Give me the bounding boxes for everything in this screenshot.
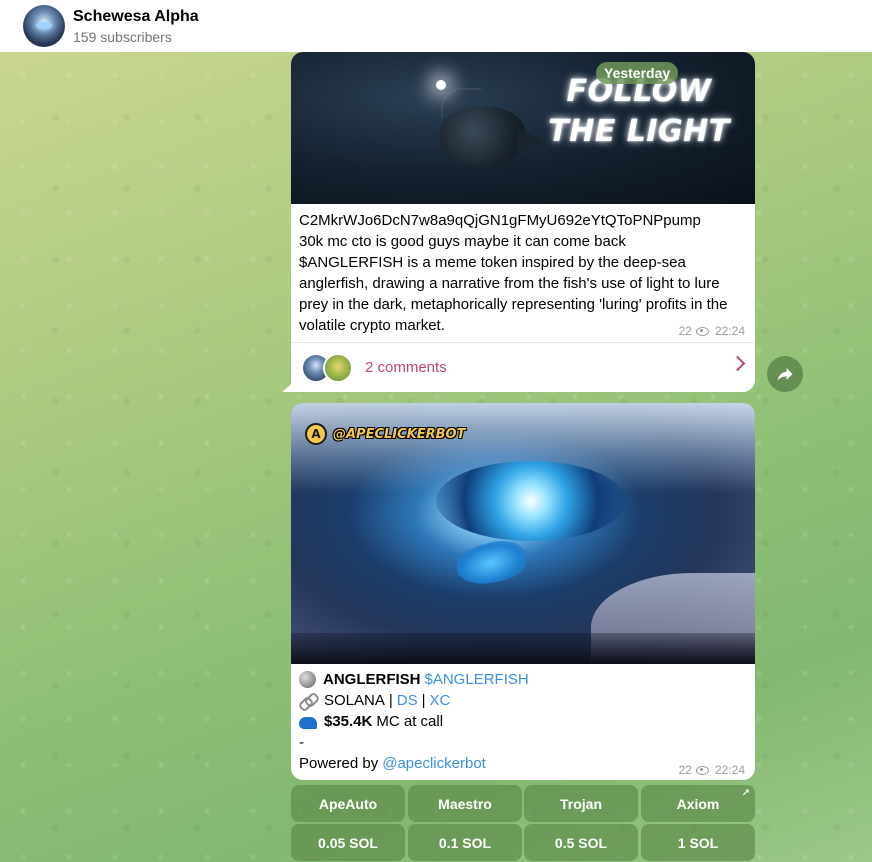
- message-meta: 22 22:24: [679, 763, 745, 777]
- message-image[interactable]: A @APECLICKERBOT: [291, 403, 755, 664]
- xc-link[interactable]: XC: [430, 690, 451, 711]
- date-pill: Yesterday: [596, 62, 679, 84]
- channel-title[interactable]: Schewesa Alpha: [73, 7, 199, 27]
- buy-1-sol-button[interactable]: 1 SOL: [641, 824, 755, 861]
- axiom-button[interactable]: Axiom ↗: [641, 785, 755, 822]
- moon-emoji: [299, 671, 316, 688]
- button-label: Trojan: [559, 795, 602, 812]
- separator: |: [388, 692, 393, 709]
- comments-button[interactable]: 2 comments: [291, 342, 755, 392]
- message-text: C2MkrWJo6DcN7w8a9qQjGN1gFMyU692eYtQToPNP…: [299, 210, 749, 336]
- powered-text: Powered by: [299, 755, 379, 772]
- link-emoji: [299, 693, 317, 708]
- chevron-right-icon: [729, 355, 746, 372]
- share-button[interactable]: [767, 356, 803, 392]
- ds-link[interactable]: DS: [397, 690, 418, 711]
- channel-avatar[interactable]: [23, 5, 65, 47]
- token-info: ANGLERFISH $ANGLERFISH SOLANA | DS | XC …: [299, 669, 749, 774]
- commenter-avatar: [323, 352, 353, 383]
- mc-text: MC at call: [376, 713, 444, 730]
- badge-text: @APECLICKERBOT: [333, 426, 466, 442]
- message-line: 30k mc cto is good guys maybe it can com…: [299, 233, 626, 250]
- comments-label: 2 comments: [365, 359, 447, 376]
- token-ticker-link[interactable]: $ANGLERFISH: [425, 669, 529, 690]
- image-badge: A @APECLICKERBOT: [305, 423, 465, 445]
- button-label: 1 SOL: [677, 834, 719, 851]
- chain-name: SOLANA: [324, 692, 385, 709]
- message-time: 22:24: [714, 324, 745, 338]
- external-link-icon: ↗: [741, 788, 750, 799]
- message-time: 22:24: [714, 763, 745, 777]
- channel-info: Schewesa Alpha 159 subscribers: [73, 7, 199, 46]
- token-name: ANGLERFISH: [323, 671, 421, 688]
- image-caption: FOLLOW THE LIGHT: [548, 74, 730, 149]
- buy-0.05-sol-button[interactable]: 0.05 SOL: [291, 824, 405, 861]
- butterfly-image: [452, 534, 530, 592]
- button-label: ApeAuto: [318, 795, 378, 812]
- message-bubble: A @APECLICKERBOT ANGLERFISH $ANGLERFISH …: [291, 403, 755, 780]
- button-label: 0.5 SOL: [554, 834, 608, 851]
- ape-icon: A: [305, 423, 327, 445]
- image-shadow: [291, 633, 755, 664]
- maestro-button[interactable]: Maestro: [408, 785, 522, 822]
- chat-area[interactable]: FOLLOW THE LIGHT C2MkrWJo6DcN7w8a9qQjGN1…: [0, 52, 872, 862]
- button-label: 0.05 SOL: [318, 834, 378, 851]
- separator: |: [421, 692, 426, 709]
- view-count: 22: [678, 763, 692, 777]
- mc-value: $35.4K: [324, 713, 373, 730]
- subscriber-count: 159 subscribers: [73, 28, 172, 45]
- message-image[interactable]: FOLLOW THE LIGHT: [291, 52, 755, 204]
- message-bubble: FOLLOW THE LIGHT C2MkrWJo6DcN7w8a9qQjGN1…: [291, 52, 755, 392]
- contract-address: C2MkrWJo6DcN7w8a9qQjGN1gFMyU692eYtQToPNP…: [299, 212, 701, 229]
- button-label: 0.1 SOL: [438, 834, 492, 851]
- buy-0.1-sol-button[interactable]: 0.1 SOL: [408, 824, 522, 861]
- trojan-button[interactable]: Trojan: [524, 785, 638, 822]
- eye-icon: [695, 326, 709, 336]
- message-meta: 22 22:24: [679, 324, 745, 338]
- mc-line: $35.4K MC at call: [299, 711, 749, 732]
- button-label: Axiom: [676, 795, 720, 812]
- token-name-line: ANGLERFISH $ANGLERFISH: [299, 669, 749, 690]
- bot-link[interactable]: @apeclickerbot: [382, 753, 486, 774]
- button-label: Maestro: [438, 795, 492, 812]
- eye-icon: [695, 765, 709, 775]
- lure-light: [436, 80, 446, 90]
- anglerfish-image: [439, 107, 543, 167]
- cap-emoji: [299, 717, 317, 729]
- buy-0.5-sol-button[interactable]: 0.5 SOL: [524, 824, 638, 861]
- channel-header: Schewesa Alpha 159 subscribers: [0, 0, 872, 52]
- image-eye: [436, 461, 626, 541]
- share-icon: [777, 368, 793, 381]
- dash-line: -: [299, 734, 304, 751]
- chain-line: SOLANA | DS | XC: [299, 690, 749, 711]
- view-count: 22: [678, 324, 692, 338]
- apeauto-button[interactable]: ApeAuto: [291, 785, 405, 822]
